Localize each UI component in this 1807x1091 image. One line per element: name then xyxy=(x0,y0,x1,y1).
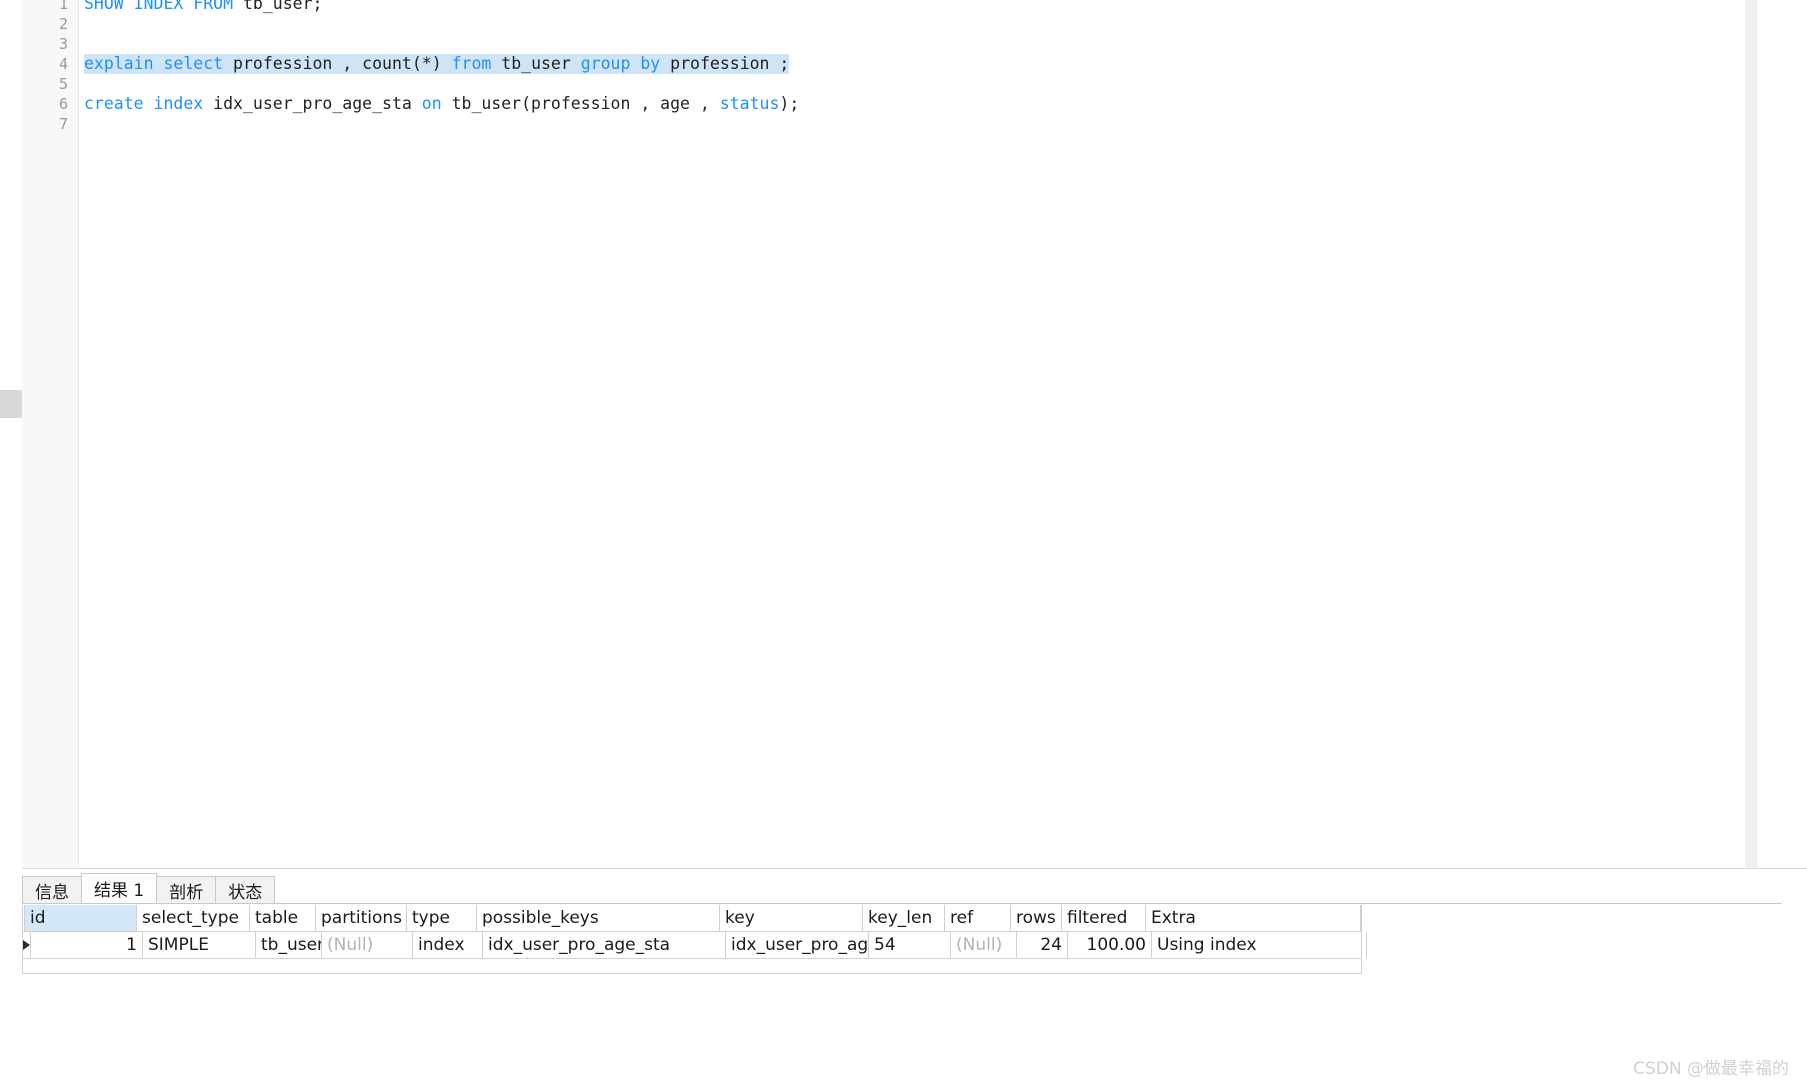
sql-keyword: INDEX xyxy=(133,0,184,13)
sql-editor-area[interactable]: 1 2 3 4 5 6 7 SHOW INDEX FROM tb_user;explain … xyxy=(0,0,1807,875)
result-tab-label: 剖析 xyxy=(169,882,204,903)
table-cell[interactable]: idx_user_pro_age_s xyxy=(726,932,869,958)
sql-editor-window: 1 2 3 4 5 6 7 SHOW INDEX FROM tb_user;explain … xyxy=(0,0,1807,1091)
column-header[interactable]: select_type xyxy=(137,905,250,931)
sql-keyword: by xyxy=(640,54,661,73)
vertical-scrollbar-track[interactable] xyxy=(1745,0,1757,875)
table-cell[interactable]: 1 xyxy=(31,932,143,958)
table-cell[interactable]: index xyxy=(413,932,483,958)
explain-result-grid[interactable]: id select_type table partitions type possible… xyxy=(22,905,1367,974)
line-number-gutter: 1 2 3 4 5 6 7 xyxy=(22,0,79,875)
result-tab[interactable]: 信息 xyxy=(22,876,82,903)
table-row[interactable]: 1 SIMPLE tb_user (Null) index idx_user_pro_ag… xyxy=(23,932,1367,959)
line-number: 4 xyxy=(58,55,68,73)
triangle-right-icon xyxy=(23,940,30,950)
sql-keyword: explain xyxy=(84,54,154,73)
result-panel: 信息 结果 1 剖析 状态 id select_type table partitions t… xyxy=(0,869,1807,1091)
left-scrollbar-track[interactable] xyxy=(0,0,22,875)
column-header[interactable]: filtered xyxy=(1062,905,1146,931)
table-cell[interactable]: idx_user_pro_age_sta xyxy=(483,932,726,958)
code-line[interactable]: explain select profession , count(*) fro… xyxy=(84,54,790,74)
code-line[interactable]: create index idx_user_pro_age_sta on tb_… xyxy=(84,94,799,114)
sql-keyword: SHOW xyxy=(84,0,124,13)
column-header[interactable]: key_len xyxy=(863,905,945,931)
table-cell[interactable]: tb_user xyxy=(256,932,322,958)
sql-text: tb_user xyxy=(491,54,581,73)
sql-keyword: group xyxy=(580,54,631,73)
line-number: 5 xyxy=(58,75,68,93)
sql-keyword: select xyxy=(163,54,224,73)
column-header[interactable]: ref xyxy=(945,905,1011,931)
result-tab-label: 状态 xyxy=(228,882,263,903)
table-cell[interactable]: (Null) xyxy=(322,932,413,958)
sql-keyword: from xyxy=(451,54,492,73)
column-header[interactable]: key xyxy=(720,905,863,931)
watermark-label: CSDN @做最幸福的 xyxy=(1633,1059,1789,1079)
result-tabs[interactable]: 信息 结果 1 剖析 状态 xyxy=(22,873,1782,904)
sql-text: profession , count(*) xyxy=(223,54,452,73)
sql-text: profession ; xyxy=(660,54,790,73)
table-cell[interactable]: 100.00 xyxy=(1068,932,1152,958)
result-tab[interactable]: 剖析 xyxy=(156,876,217,903)
line-number: 3 xyxy=(58,35,68,53)
result-tab[interactable]: 状态 xyxy=(215,876,276,903)
sql-keyword: index xyxy=(153,94,204,113)
sql-keyword: FROM xyxy=(193,0,234,13)
column-header[interactable]: id xyxy=(25,905,137,931)
result-tab-label: 结果 1 xyxy=(94,880,145,901)
grid-empty-space xyxy=(23,959,1361,973)
sql-keyword: create xyxy=(84,94,144,113)
table-cell[interactable]: 54 xyxy=(869,932,951,958)
table-cell[interactable]: Using index xyxy=(1152,932,1367,958)
column-header[interactable]: rows xyxy=(1011,905,1062,931)
column-header[interactable]: type xyxy=(407,905,477,931)
column-header[interactable]: Extra xyxy=(1146,905,1361,931)
column-header[interactable]: partitions xyxy=(316,905,407,931)
line-number: 2 xyxy=(58,15,68,33)
table-cell[interactable]: 24 xyxy=(1017,932,1068,958)
sql-keyword: status xyxy=(719,94,780,113)
line-number: 6 xyxy=(58,95,68,113)
column-header[interactable]: table xyxy=(250,905,316,931)
sql-keyword: on xyxy=(421,94,442,113)
result-tab-label: 信息 xyxy=(35,882,69,903)
line-number: 1 xyxy=(58,0,68,13)
sql-text: tb_user(profession , age , xyxy=(441,94,720,113)
sql-text: idx_user_pro_age_sta xyxy=(203,94,422,113)
sql-text: ); xyxy=(779,94,800,113)
grid-header-row: id select_type table partitions type possible… xyxy=(23,905,1361,932)
sql-text: tb_user; xyxy=(233,0,323,13)
grid-body: 1 SIMPLE tb_user (Null) index idx_user_pro_ag… xyxy=(23,932,1367,959)
row-pointer-icon xyxy=(23,932,31,958)
table-cell[interactable]: SIMPLE xyxy=(143,932,256,958)
left-scrollbar-thumb[interactable] xyxy=(0,390,22,418)
column-header[interactable]: possible_keys xyxy=(477,905,720,931)
line-number: 7 xyxy=(58,115,68,133)
code-text-area[interactable]: SHOW INDEX FROM tb_user;explain select p… xyxy=(80,0,1757,875)
table-cell[interactable]: (Null) xyxy=(951,932,1017,958)
result-tab[interactable]: 结果 1 xyxy=(81,873,158,903)
code-line[interactable]: SHOW INDEX FROM tb_user; xyxy=(84,0,322,14)
